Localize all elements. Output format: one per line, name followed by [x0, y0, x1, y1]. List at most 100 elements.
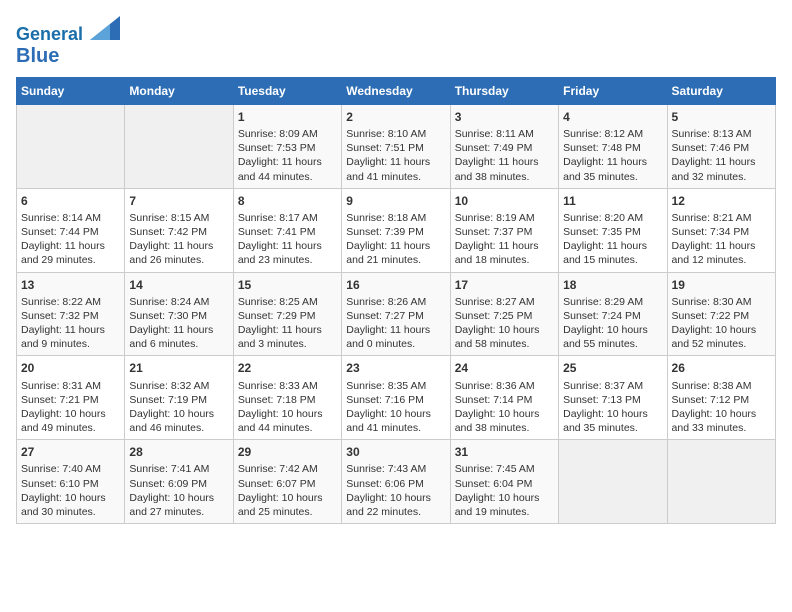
calendar-cell — [125, 104, 233, 188]
day-number: 18 — [563, 277, 662, 293]
calendar-cell: 22Sunrise: 8:33 AMSunset: 7:18 PMDayligh… — [233, 356, 341, 440]
logo: General Blue — [16, 16, 120, 67]
day-info: Sunset: 7:42 PM — [129, 225, 228, 239]
day-info: Sunrise: 8:36 AM — [455, 379, 554, 393]
day-info: Daylight: 10 hours and 33 minutes. — [672, 407, 771, 435]
day-number: 21 — [129, 360, 228, 376]
day-info: Sunset: 6:04 PM — [455, 477, 554, 491]
day-number: 2 — [346, 109, 445, 125]
calendar-cell — [559, 440, 667, 524]
week-row: 20Sunrise: 8:31 AMSunset: 7:21 PMDayligh… — [17, 356, 776, 440]
day-header-saturday: Saturday — [667, 77, 775, 104]
day-info: Sunrise: 8:11 AM — [455, 127, 554, 141]
calendar-cell: 29Sunrise: 7:42 AMSunset: 6:07 PMDayligh… — [233, 440, 341, 524]
calendar-cell: 11 Sunrise: 8:20 AMSunset: 7:35 PMDayligh… — [559, 188, 667, 272]
day-info: Sunset: 7:16 PM — [346, 393, 445, 407]
day-number: 1 — [238, 109, 337, 125]
day-info: Daylight: 10 hours and 27 minutes. — [129, 491, 228, 519]
day-info: Sunrise: 8:37 AM — [563, 379, 662, 393]
day-number: 19 — [672, 277, 771, 293]
day-header-sunday: Sunday — [17, 77, 125, 104]
day-info: Sunset: 7:48 PM — [563, 141, 662, 155]
day-info: Sunset: 7:44 PM — [21, 225, 120, 239]
day-info: Daylight: 10 hours and 38 minutes. — [455, 407, 554, 435]
day-info: Sunrise: 8:33 AM — [238, 379, 337, 393]
calendar-cell: 2Sunrise: 8:10 AMSunset: 7:51 PMDaylight… — [342, 104, 450, 188]
day-info: Sunrise: 8:12 AM — [563, 127, 662, 141]
day-info: Daylight: 10 hours and 58 minutes. — [455, 323, 554, 351]
day-number: 6 — [21, 193, 120, 209]
day-info: Sunrise: 8:21 AM — [672, 211, 771, 225]
day-info: Sunset: 7:25 PM — [455, 309, 554, 323]
day-number: 24 — [455, 360, 554, 376]
calendar-cell: 7Sunrise: 8:15 AMSunset: 7:42 PMDaylight… — [125, 188, 233, 272]
day-number: 31 — [455, 444, 554, 460]
calendar-cell: 12Sunrise: 8:21 AMSunset: 7:34 PMDayligh… — [667, 188, 775, 272]
day-info: Sunrise: 8:19 AM — [455, 211, 554, 225]
day-info: Sunset: 7:29 PM — [238, 309, 337, 323]
day-info: Daylight: 10 hours and 44 minutes. — [238, 407, 337, 435]
day-info: Daylight: 11 hours and 21 minutes. — [346, 239, 445, 267]
logo-icon — [90, 16, 120, 40]
day-info: Daylight: 11 hours and 6 minutes. — [129, 323, 228, 351]
day-info: Daylight: 10 hours and 52 minutes. — [672, 323, 771, 351]
day-header-row: SundayMondayTuesdayWednesdayThursdayFrid… — [17, 77, 776, 104]
day-info: Sunset: 7:37 PM — [455, 225, 554, 239]
day-info: Sunset: 7:34 PM — [672, 225, 771, 239]
logo-blue: Blue — [16, 45, 120, 67]
day-info: Daylight: 11 hours and 0 minutes. — [346, 323, 445, 351]
day-info: Daylight: 11 hours and 23 minutes. — [238, 239, 337, 267]
day-number: 26 — [672, 360, 771, 376]
day-number: 23 — [346, 360, 445, 376]
day-number: 10 — [455, 193, 554, 209]
calendar-cell: 26Sunrise: 8:38 AMSunset: 7:12 PMDayligh… — [667, 356, 775, 440]
day-info: Sunset: 7:24 PM — [563, 309, 662, 323]
day-header-tuesday: Tuesday — [233, 77, 341, 104]
day-info: Sunset: 7:22 PM — [672, 309, 771, 323]
day-info: Daylight: 11 hours and 29 minutes. — [21, 239, 120, 267]
day-number: 30 — [346, 444, 445, 460]
day-info: Sunset: 7:18 PM — [238, 393, 337, 407]
day-info: Sunrise: 8:31 AM — [21, 379, 120, 393]
calendar-cell: 8Sunrise: 8:17 AMSunset: 7:41 PMDaylight… — [233, 188, 341, 272]
day-info: Sunset: 7:19 PM — [129, 393, 228, 407]
day-info: Sunset: 7:27 PM — [346, 309, 445, 323]
calendar-cell: 21Sunrise: 8:32 AMSunset: 7:19 PMDayligh… — [125, 356, 233, 440]
week-row: 6Sunrise: 8:14 AMSunset: 7:44 PMDaylight… — [17, 188, 776, 272]
day-info: Sunrise: 8:27 AM — [455, 295, 554, 309]
calendar-table: SundayMondayTuesdayWednesdayThursdayFrid… — [16, 77, 776, 524]
day-number: 28 — [129, 444, 228, 460]
day-header-wednesday: Wednesday — [342, 77, 450, 104]
day-number: 8 — [238, 193, 337, 209]
week-row: 1Sunrise: 8:09 AMSunset: 7:53 PMDaylight… — [17, 104, 776, 188]
day-header-thursday: Thursday — [450, 77, 558, 104]
day-info: Sunrise: 8:20 AM — [563, 211, 662, 225]
calendar-cell: 3Sunrise: 8:11 AMSunset: 7:49 PMDaylight… — [450, 104, 558, 188]
day-info: Sunrise: 8:29 AM — [563, 295, 662, 309]
day-info: Sunset: 7:14 PM — [455, 393, 554, 407]
logo-general: General — [16, 24, 83, 44]
day-info: Sunrise: 7:45 AM — [455, 462, 554, 476]
calendar-cell: 16 Sunrise: 8:26 AMSunset: 7:27 PMDayligh… — [342, 272, 450, 356]
day-number: 11 — [563, 193, 662, 209]
day-info: Sunset: 7:21 PM — [21, 393, 120, 407]
day-info: Sunrise: 8:22 AM — [21, 295, 120, 309]
day-info: Daylight: 11 hours and 15 minutes. — [563, 239, 662, 267]
day-number: 3 — [455, 109, 554, 125]
day-info: Sunrise: 8:18 AM — [346, 211, 445, 225]
day-info: Daylight: 10 hours and 49 minutes. — [21, 407, 120, 435]
day-info: Sunset: 7:39 PM — [346, 225, 445, 239]
calendar-cell: 18Sunrise: 8:29 AMSunset: 7:24 PMDayligh… — [559, 272, 667, 356]
day-info: Sunrise: 7:40 AM — [21, 462, 120, 476]
day-info: Sunrise: 8:26 AM — [346, 295, 445, 309]
day-number: 16 — [346, 277, 445, 293]
calendar-cell: 9Sunrise: 8:18 AMSunset: 7:39 PMDaylight… — [342, 188, 450, 272]
day-info: Daylight: 10 hours and 41 minutes. — [346, 407, 445, 435]
day-info: Sunset: 7:35 PM — [563, 225, 662, 239]
day-info: Sunrise: 8:10 AM — [346, 127, 445, 141]
day-info: Daylight: 11 hours and 9 minutes. — [21, 323, 120, 351]
day-number: 14 — [129, 277, 228, 293]
week-row: 27Sunrise: 7:40 AMSunset: 6:10 PMDayligh… — [17, 440, 776, 524]
calendar-cell: 20Sunrise: 8:31 AMSunset: 7:21 PMDayligh… — [17, 356, 125, 440]
day-info: Daylight: 11 hours and 3 minutes. — [238, 323, 337, 351]
